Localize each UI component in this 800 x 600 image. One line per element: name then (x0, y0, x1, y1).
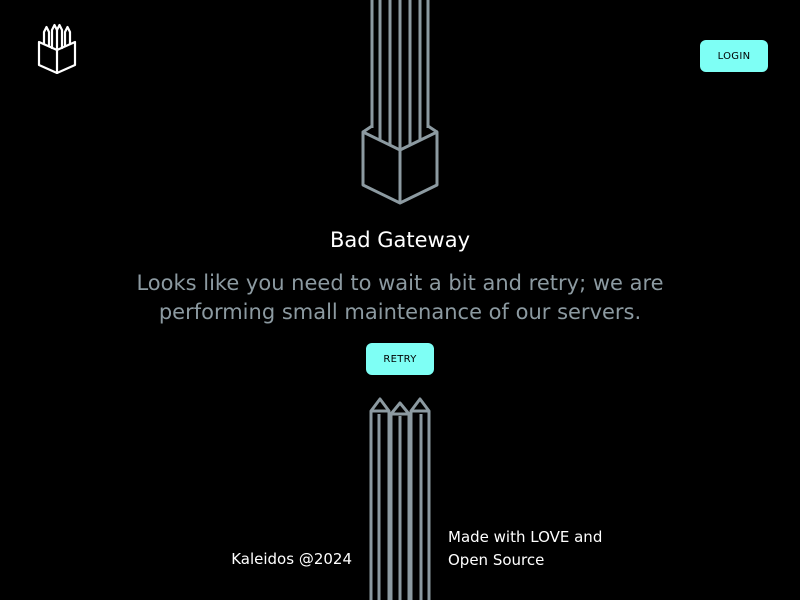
penpot-logo-icon[interactable] (36, 22, 78, 74)
made-with-line-1: Made with LOVE and (448, 528, 603, 546)
login-button[interactable]: LOGIN (700, 40, 768, 72)
pencils-bottom-illustration (369, 397, 431, 600)
pencil-box-top-illustration (361, 0, 439, 205)
error-message: Looks like you need to wait a bit and re… (136, 271, 664, 324)
retry-button[interactable]: RETRY (366, 343, 434, 375)
made-with-line-2: Open Source (448, 551, 545, 569)
page-title: Bad Gateway (329, 228, 471, 252)
error-page: LOGIN Bad Gateway Looks like you need to… (0, 0, 800, 600)
made-with-text: Made with LOVE and Open Source (448, 526, 648, 572)
copyright-text: Kaleidos @2024 (231, 550, 352, 568)
